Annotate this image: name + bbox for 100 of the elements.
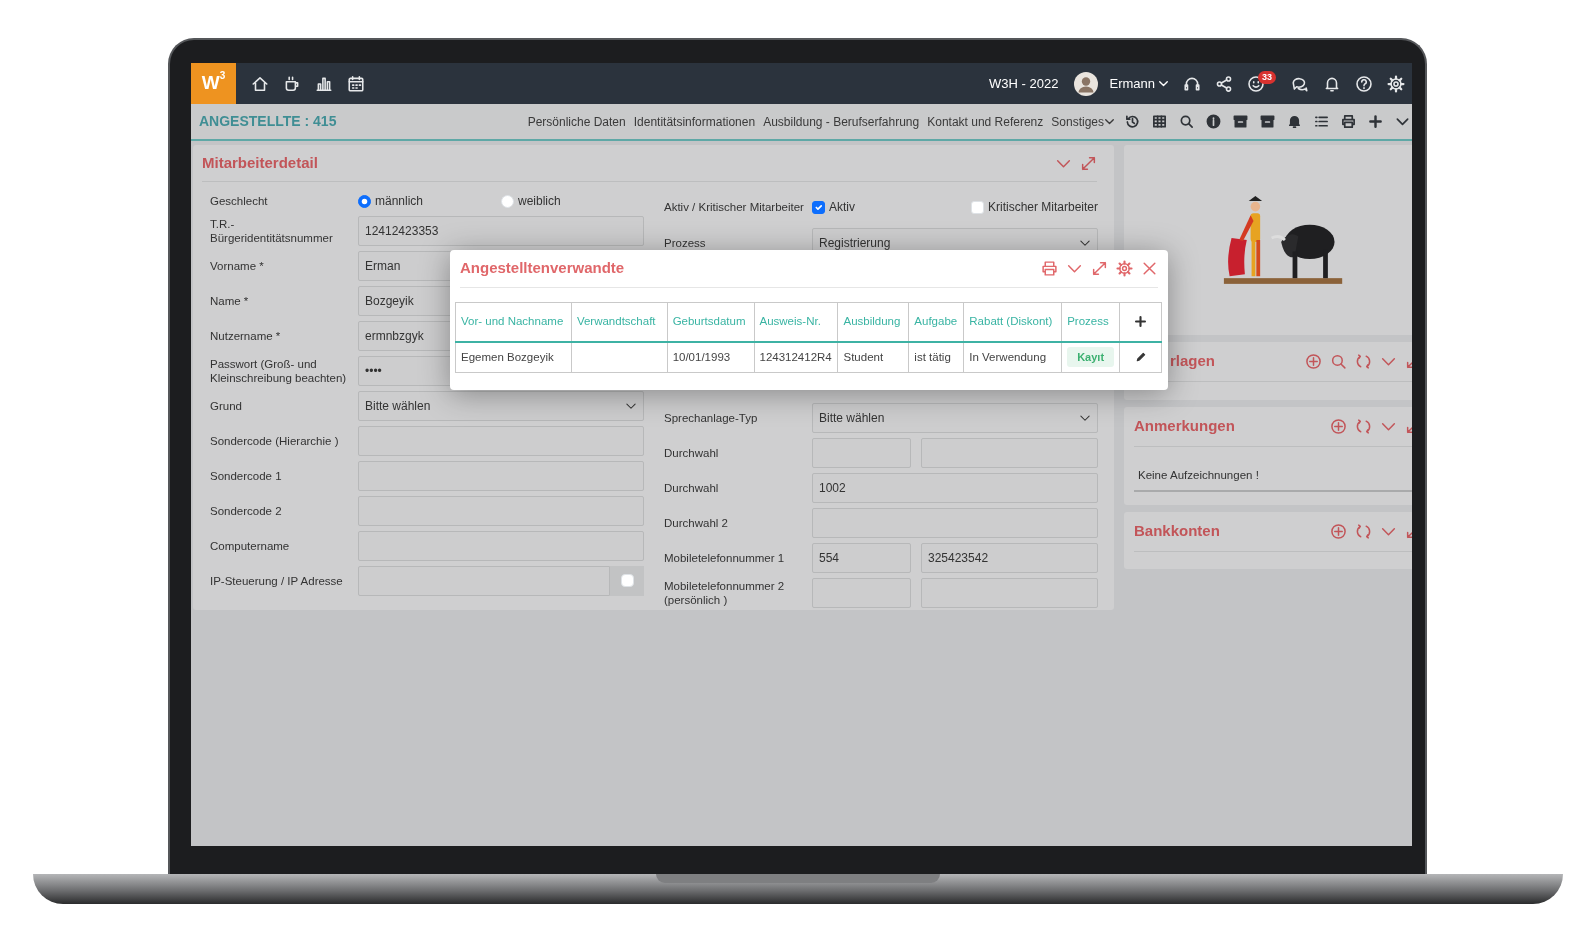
table-cell: 10/01/1993: [672, 350, 731, 363]
table-cell: ist tätig: [914, 350, 951, 363]
archive-icon: [1233, 114, 1248, 129]
option-label[interactable]: männlich: [375, 192, 424, 210]
text-field[interactable]: 554: [812, 542, 911, 573]
column-header: Geburtsdatum: [667, 302, 754, 342]
field-label: Sprechanlage-Typ: [664, 410, 759, 425]
section-link[interactable]: Identitätsinformationen: [633, 112, 756, 131]
list-button[interactable]: [1312, 114, 1331, 129]
user-avatar[interactable]: [1074, 71, 1099, 96]
text-field[interactable]: 325423542: [921, 542, 1098, 573]
option-label[interactable]: Aktiv: [829, 198, 855, 216]
text-field[interactable]: 1002: [812, 472, 1098, 503]
table-icon: [1152, 114, 1167, 129]
text-field[interactable]: [921, 437, 1098, 468]
column-header: Rabatt (Diskont): [963, 302, 1062, 342]
field-label: Sondercode (Hierarchie ): [210, 433, 340, 448]
select-field[interactable]: Bitte wählen: [358, 390, 644, 421]
text-field[interactable]: [358, 460, 644, 491]
text-field[interactable]: 12412423353: [358, 215, 644, 246]
field-label: Geschlecht: [210, 194, 269, 208]
archive-button[interactable]: [1258, 114, 1277, 129]
checkbox[interactable]: [812, 200, 825, 214]
card-title: rlagen: [1170, 351, 1215, 372]
radio-button[interactable]: [358, 194, 371, 208]
refresh-icon[interactable]: [1355, 523, 1372, 540]
settings-icon: [1387, 74, 1405, 93]
refresh-icon[interactable]: [1355, 418, 1372, 435]
settings-icon[interactable]: [1116, 260, 1133, 277]
add-icon[interactable]: [1305, 353, 1322, 370]
field-label: Aktiv / Kritischer Mitarbeiter: [664, 200, 805, 214]
info-icon: [1206, 114, 1221, 129]
add-icon[interactable]: [1330, 523, 1347, 540]
field-label: Sondercode 1: [210, 468, 283, 483]
plus-icon: [1134, 315, 1148, 329]
app-logo: W$^{3}$: [191, 63, 236, 104]
option-label[interactable]: weiblich: [518, 192, 561, 210]
expand-icon[interactable]: [1091, 260, 1108, 277]
plus-icon: [1368, 114, 1383, 129]
add-icon[interactable]: [1330, 418, 1347, 435]
column-header: Ausweis-Nr.: [754, 302, 838, 342]
field-label: Mobiletelefonnummer 1: [664, 550, 786, 565]
text-field[interactable]: [921, 577, 1098, 608]
share-icon: [1215, 74, 1233, 93]
print-icon: [1341, 114, 1356, 129]
text-field[interactable]: [812, 507, 1098, 538]
field-label: Durchwahl: [664, 480, 720, 495]
home-icon: [251, 74, 269, 93]
option-label[interactable]: Kritischer Mitarbeiter: [987, 198, 1098, 216]
empty-message: Keine Aufzeichnungen !: [1134, 467, 1412, 493]
user-menu[interactable]: Ermann: [1102, 73, 1176, 94]
column-header: Vor- und Nachname: [455, 302, 572, 342]
field-label: T.R.-Bürgeridentitätsnummer: [210, 216, 334, 245]
field-label: Computername: [210, 538, 291, 553]
table-cell: In Verwendung: [969, 350, 1047, 363]
help-icon: [1355, 74, 1373, 93]
table-cell: 124312412R4: [759, 350, 832, 363]
field-label: Durchwahl 2: [664, 515, 729, 530]
info-button[interactable]: [1204, 114, 1223, 129]
bell-icon: [1287, 114, 1302, 129]
field-label: Vorname *: [210, 258, 265, 273]
text-field[interactable]: [812, 577, 911, 608]
refresh-icon[interactable]: [1355, 353, 1372, 370]
text-field[interactable]: [812, 437, 911, 468]
field-label: Prozess: [664, 235, 707, 250]
print-button[interactable]: [1339, 114, 1358, 129]
modal-title: Angestelltenverwandte: [460, 258, 625, 279]
table-button[interactable]: [1150, 114, 1169, 129]
section-link[interactable]: Ausbildung - Berufserfahrung: [763, 112, 920, 131]
text-field[interactable]: [358, 425, 644, 456]
close-icon[interactable]: [1141, 260, 1158, 277]
page-title: ANGESTELLTE : 415: [199, 112, 337, 131]
card-title: Anmerkungen: [1134, 416, 1235, 437]
calendar-icon: [347, 74, 365, 93]
plus-button[interactable]: [1366, 114, 1385, 129]
select-field[interactable]: Bitte wählen: [812, 402, 1098, 433]
caret-icon: [1158, 78, 1169, 89]
field-label: IP-Steuerung / IP Adresse: [210, 573, 344, 588]
history-icon: [1125, 114, 1140, 129]
expand-icon[interactable]: [1080, 154, 1097, 172]
text-field[interactable]: [358, 495, 644, 526]
more-menu[interactable]: Sonstiges: [1051, 112, 1115, 131]
section-link[interactable]: Persönliche Daten: [527, 112, 626, 131]
cup-icon: [283, 74, 301, 93]
card-title: Mitarbeiterdetail: [202, 152, 318, 173]
notification-badge: 33: [1258, 70, 1276, 84]
table-cell: Student: [843, 350, 884, 363]
column-header: Aufgabe: [908, 302, 964, 342]
field-label: Nutzername *: [210, 328, 282, 343]
print-icon[interactable]: [1041, 260, 1058, 277]
list-icon: [1314, 114, 1329, 129]
search-icon[interactable]: [1330, 353, 1347, 370]
text-field[interactable]: [358, 565, 610, 596]
archive-button[interactable]: [1231, 114, 1250, 129]
card-title: Bankkonten: [1134, 521, 1220, 542]
period-label: W3H - 2022: [989, 74, 1059, 93]
search-icon: [1179, 114, 1194, 129]
caret-icon: [1104, 116, 1115, 127]
section-link[interactable]: Kontakt und Referenz: [927, 112, 1044, 131]
text-field[interactable]: [358, 530, 644, 561]
